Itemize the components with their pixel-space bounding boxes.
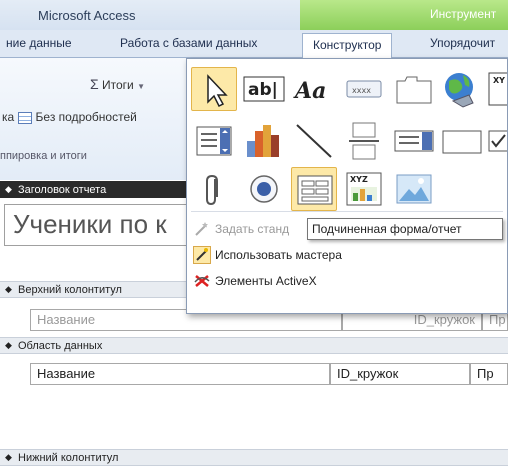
sigma-icon: Σ <box>90 76 99 92</box>
group-label: ппировка и итоги <box>0 150 87 162</box>
picture-icon <box>396 174 432 204</box>
rectangle-control[interactable] <box>439 119 485 163</box>
page-break-icon <box>349 122 379 160</box>
detail-field-extra[interactable]: Пр <box>470 363 508 385</box>
tool-context-label: Инструмент <box>430 7 497 21</box>
band-arrow-icon: ◆ <box>5 452 12 462</box>
detail-field-name[interactable]: Название <box>30 363 330 385</box>
hide-details-button[interactable]: ка Без подробностей <box>2 110 137 124</box>
use-wizards-menu-item[interactable]: Использовать мастера <box>191 245 491 265</box>
select-pointer-control[interactable] <box>191 67 237 111</box>
svg-text:ab|: ab| <box>248 80 278 100</box>
chart-control[interactable] <box>241 119 287 163</box>
button-control[interactable]: xxxx <box>341 67 387 111</box>
combobox-control[interactable] <box>191 119 237 163</box>
report-header-label: Заголовок отчета <box>18 184 107 196</box>
wizard-icon <box>193 246 211 264</box>
svg-text:Aa: Aa <box>293 78 326 104</box>
page-header-label: Верхний колонтитул <box>18 284 122 296</box>
tab-external-data[interactable]: ние данные <box>6 36 72 50</box>
page-break-control[interactable] <box>341 119 387 163</box>
tab-control[interactable] <box>391 67 437 111</box>
band-arrow-icon: ◆ <box>5 340 12 350</box>
totals-label: Итоги <box>102 78 134 92</box>
radio-button-icon <box>250 175 278 203</box>
totals-button[interactable]: Σ Итоги ▼ <box>90 76 145 92</box>
rectangle-icon <box>442 130 482 154</box>
textbox-control[interactable]: ab| <box>241 67 287 111</box>
page-footer-label: Нижний колонтитул <box>18 452 119 464</box>
svg-text:XYZ: XYZ <box>350 175 368 184</box>
controls-gallery: ab| Aa xxxx XY XYZ Задать станд Использо… <box>186 58 508 314</box>
checkbox-icon <box>488 130 507 152</box>
combobox-icon <box>196 126 232 156</box>
gallery-separator <box>191 211 503 212</box>
hide-details-label: Без подробностей <box>35 110 137 124</box>
listbox-icon <box>394 130 434 152</box>
globe-icon <box>445 73 474 108</box>
label-icon: Aa <box>293 78 326 104</box>
activex-icon <box>194 275 210 287</box>
object-frame-icon: XYZ <box>346 172 382 206</box>
unbound-object-frame-control[interactable]: XYZ <box>341 167 387 211</box>
textbox-icon: ab| <box>243 76 285 102</box>
svg-text:XY: XY <box>493 76 505 85</box>
hyperlink-control[interactable] <box>439 67 485 111</box>
activex-label: Элементы ActiveX <box>215 274 317 288</box>
activex-controls-menu-item[interactable]: Элементы ActiveX <box>191 271 491 291</box>
paperclip-icon <box>206 174 218 206</box>
subform-icon <box>297 175 333 205</box>
option-button-control[interactable] <box>241 167 287 211</box>
button-icon: xxxx <box>346 80 382 98</box>
chart-xy-control[interactable]: XY <box>487 67 507 111</box>
subform-control[interactable] <box>291 167 337 211</box>
listbox-control[interactable] <box>391 119 437 163</box>
page-footer-band[interactable]: ◆ Нижний колонтитул <box>0 449 508 466</box>
app-title: Microsoft Access <box>38 8 136 23</box>
tool-context-header: Инструмент <box>300 0 508 30</box>
tab-arrange[interactable]: Упорядочит <box>430 36 495 50</box>
band-arrow-icon: ◆ <box>5 184 12 194</box>
pointer-icon <box>207 74 228 108</box>
details-prefix: ка <box>2 110 15 124</box>
chart-xy-icon: XY <box>488 72 507 106</box>
svg-text:xxxx: xxxx <box>352 86 371 95</box>
detail-band-label: Область данных <box>18 340 103 352</box>
attachment-control[interactable] <box>191 167 237 211</box>
tab-design[interactable]: Конструктор <box>302 33 393 59</box>
band-arrow-icon: ◆ <box>5 284 12 294</box>
tab-database-tools[interactable]: Работа с базами данных <box>120 36 257 50</box>
detail-field-id[interactable]: ID_кружок <box>330 363 470 385</box>
label-control[interactable]: Aa <box>291 67 337 111</box>
line-icon <box>296 124 332 158</box>
use-wizards-label: Использовать мастера <box>215 248 342 262</box>
line-control[interactable] <box>291 119 337 163</box>
table-icon <box>17 111 32 124</box>
checkbox-control[interactable] <box>487 119 507 163</box>
detail-band[interactable]: ◆ Область данных <box>0 337 508 354</box>
subform-tooltip: Подчиненная форма/отчет <box>307 218 503 240</box>
tab-control-icon <box>396 76 432 104</box>
set-default-label: Задать станд <box>215 222 290 236</box>
bar-chart-icon <box>247 125 279 157</box>
magic-wand-icon <box>195 222 208 236</box>
chevron-down-icon: ▼ <box>137 82 146 91</box>
ribbon-tabs: ние данные Работа с базами данных Констр… <box>0 30 508 59</box>
image-control[interactable] <box>391 167 437 211</box>
